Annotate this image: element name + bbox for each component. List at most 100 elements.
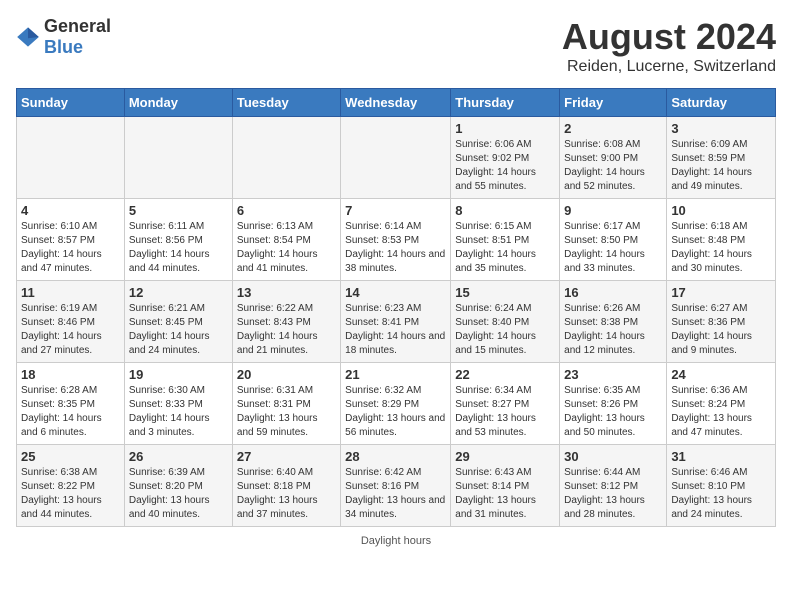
- day-info: Sunrise: 6:06 AM Sunset: 9:02 PM Dayligh…: [455, 138, 555, 194]
- title-area: August 2024 Reiden, Lucerne, Switzerland: [562, 16, 776, 76]
- calendar-day-cell: 6 Sunrise: 6:13 AM Sunset: 8:54 PM Daylig…: [232, 199, 340, 281]
- logo: General Blue: [16, 16, 111, 58]
- calendar-day-cell: 9Sunrise: 6:17 AM Sunset: 8:50 PM Daylig…: [560, 199, 667, 281]
- day-info: Sunrise: 6:27 AM Sunset: 8:36 PM Dayligh…: [671, 302, 771, 358]
- calendar-table: SundayMondayTuesdayWednesdayThursdayFrid…: [16, 88, 776, 527]
- day-number: 23: [564, 367, 662, 382]
- day-number: 20: [237, 367, 336, 382]
- day-info: Sunrise: 6:34 AM Sunset: 8:27 PM Dayligh…: [455, 384, 555, 440]
- subtitle: Reiden, Lucerne, Switzerland: [562, 58, 776, 76]
- day-number: 11: [21, 285, 120, 300]
- day-number: 25: [21, 449, 120, 464]
- day-info: Sunrise: 6:36 AM Sunset: 8:24 PM Dayligh…: [671, 384, 771, 440]
- footer-note: Daylight hours: [16, 535, 776, 547]
- day-number: 24: [671, 367, 771, 382]
- day-info: Sunrise: 6:18 AM Sunset: 8:48 PM Dayligh…: [671, 220, 771, 276]
- main-title: August 2024: [562, 16, 776, 58]
- day-info: Sunrise: 6:31 AM Sunset: 8:31 PM Dayligh…: [237, 384, 336, 440]
- day-info: Sunrise: 6:39 AM Sunset: 8:20 PM Dayligh…: [129, 466, 228, 522]
- calendar-day-cell: 19Sunrise: 6:30 AM Sunset: 8:33 PM Dayli…: [124, 363, 232, 445]
- calendar-day-cell: [124, 117, 232, 199]
- day-number: 14: [345, 285, 446, 300]
- calendar-day-cell: 3 Sunrise: 6:09 AM Sunset: 8:59 PM Daylig…: [667, 117, 776, 199]
- day-info: Sunrise: 6:10 AM Sunset: 8:57 PM Dayligh…: [21, 220, 120, 276]
- day-number: 31: [671, 449, 771, 464]
- logo-icon: [16, 25, 40, 49]
- day-info: Sunrise: 6:22 AM Sunset: 8:43 PM Dayligh…: [237, 302, 336, 358]
- calendar-week-row: 18 Sunrise: 6:28 AM Sunset: 8:35 PM Dayli…: [17, 363, 776, 445]
- day-number: 13: [237, 285, 336, 300]
- day-number: 5: [129, 203, 228, 218]
- calendar-day-cell: 13 Sunrise: 6:22 AM Sunset: 8:43 PM Dayli…: [232, 281, 340, 363]
- day-info: Sunrise: 6:28 AM Sunset: 8:35 PM Dayligh…: [21, 384, 120, 440]
- day-number: 12: [129, 285, 228, 300]
- calendar-week-row: 25 Sunrise: 6:38 AM Sunset: 8:22 PM Dayli…: [17, 445, 776, 527]
- calendar-week-row: 1 Sunrise: 6:06 AM Sunset: 9:02 PM Daylig…: [17, 117, 776, 199]
- calendar-day-cell: 16 Sunrise: 6:26 AM Sunset: 8:38 PM Dayli…: [560, 281, 667, 363]
- day-number: 19: [129, 367, 228, 382]
- day-number: 22: [455, 367, 555, 382]
- day-number: 16: [564, 285, 662, 300]
- calendar-day-cell: 8 Sunrise: 6:15 AM Sunset: 8:51 PM Daylig…: [451, 199, 560, 281]
- day-info: Sunrise: 6:19 AM Sunset: 8:46 PM Dayligh…: [21, 302, 120, 358]
- calendar-header-cell: Saturday: [667, 89, 776, 117]
- day-info: Sunrise: 6:13 AM Sunset: 8:54 PM Dayligh…: [237, 220, 336, 276]
- calendar-day-cell: 22 Sunrise: 6:34 AM Sunset: 8:27 PM Dayli…: [451, 363, 560, 445]
- day-info: Sunrise: 6:44 AM Sunset: 8:12 PM Dayligh…: [564, 466, 662, 522]
- day-info: Sunrise: 6:21 AM Sunset: 8:45 PM Dayligh…: [129, 302, 228, 358]
- calendar-day-cell: 26Sunrise: 6:39 AM Sunset: 8:20 PM Dayli…: [124, 445, 232, 527]
- calendar-day-cell: 25 Sunrise: 6:38 AM Sunset: 8:22 PM Dayli…: [17, 445, 125, 527]
- day-info: Sunrise: 6:43 AM Sunset: 8:14 PM Dayligh…: [455, 466, 555, 522]
- calendar-day-cell: 31 Sunrise: 6:46 AM Sunset: 8:10 PM Dayli…: [667, 445, 776, 527]
- calendar-header-cell: Tuesday: [232, 89, 340, 117]
- calendar-day-cell: 24 Sunrise: 6:36 AM Sunset: 8:24 PM Dayli…: [667, 363, 776, 445]
- calendar-day-cell: 28Sunrise: 6:42 AM Sunset: 8:16 PM Dayli…: [341, 445, 451, 527]
- day-info: Sunrise: 6:14 AM Sunset: 8:53 PM Dayligh…: [345, 220, 446, 276]
- day-number: 9: [564, 203, 662, 218]
- day-number: 18: [21, 367, 120, 382]
- calendar-day-cell: [232, 117, 340, 199]
- calendar-header-cell: Monday: [124, 89, 232, 117]
- calendar-day-cell: 2 Sunrise: 6:08 AM Sunset: 9:00 PM Daylig…: [560, 117, 667, 199]
- calendar-header-cell: Thursday: [451, 89, 560, 117]
- day-number: 7: [345, 203, 446, 218]
- day-info: Sunrise: 6:38 AM Sunset: 8:22 PM Dayligh…: [21, 466, 120, 522]
- calendar-week-row: 4 Sunrise: 6:10 AM Sunset: 8:57 PM Daylig…: [17, 199, 776, 281]
- calendar-day-cell: 21 Sunrise: 6:32 AM Sunset: 8:29 PM Dayli…: [341, 363, 451, 445]
- day-number: 29: [455, 449, 555, 464]
- day-info: Sunrise: 6:08 AM Sunset: 9:00 PM Dayligh…: [564, 138, 662, 194]
- day-info: Sunrise: 6:26 AM Sunset: 8:38 PM Dayligh…: [564, 302, 662, 358]
- calendar-body: 1 Sunrise: 6:06 AM Sunset: 9:02 PM Daylig…: [17, 117, 776, 527]
- day-number: 17: [671, 285, 771, 300]
- calendar-day-cell: 29 Sunrise: 6:43 AM Sunset: 8:14 PM Dayli…: [451, 445, 560, 527]
- day-info: Sunrise: 6:32 AM Sunset: 8:29 PM Dayligh…: [345, 384, 446, 440]
- day-info: Sunrise: 6:46 AM Sunset: 8:10 PM Dayligh…: [671, 466, 771, 522]
- day-info: Sunrise: 6:15 AM Sunset: 8:51 PM Dayligh…: [455, 220, 555, 276]
- calendar-header-cell: Friday: [560, 89, 667, 117]
- calendar-day-cell: 5Sunrise: 6:11 AM Sunset: 8:56 PM Daylig…: [124, 199, 232, 281]
- day-number: 1: [455, 121, 555, 136]
- day-number: 30: [564, 449, 662, 464]
- logo-text-blue: Blue: [44, 37, 83, 57]
- calendar-header-cell: Sunday: [17, 89, 125, 117]
- day-number: 21: [345, 367, 446, 382]
- day-number: 4: [21, 203, 120, 218]
- day-number: 2: [564, 121, 662, 136]
- day-number: 6: [237, 203, 336, 218]
- calendar-header-cell: Wednesday: [341, 89, 451, 117]
- logo-text-general: General: [44, 16, 111, 36]
- calendar-day-cell: 20 Sunrise: 6:31 AM Sunset: 8:31 PM Dayli…: [232, 363, 340, 445]
- day-number: 3: [671, 121, 771, 136]
- day-info: Sunrise: 6:09 AM Sunset: 8:59 PM Dayligh…: [671, 138, 771, 194]
- calendar-day-cell: 15Sunrise: 6:24 AM Sunset: 8:40 PM Dayli…: [451, 281, 560, 363]
- day-info: Sunrise: 6:40 AM Sunset: 8:18 PM Dayligh…: [237, 466, 336, 522]
- calendar-day-cell: 12 Sunrise: 6:21 AM Sunset: 8:45 PM Dayli…: [124, 281, 232, 363]
- calendar-day-cell: 7 Sunrise: 6:14 AM Sunset: 8:53 PM Daylig…: [341, 199, 451, 281]
- calendar-week-row: 11 Sunrise: 6:19 AM Sunset: 8:46 PM Dayli…: [17, 281, 776, 363]
- calendar-day-cell: 14Sunrise: 6:23 AM Sunset: 8:41 PM Dayli…: [341, 281, 451, 363]
- calendar-day-cell: 27Sunrise: 6:40 AM Sunset: 8:18 PM Dayli…: [232, 445, 340, 527]
- calendar-header-row: SundayMondayTuesdayWednesdayThursdayFrid…: [17, 89, 776, 117]
- calendar-day-cell: 30 Sunrise: 6:44 AM Sunset: 8:12 PM Dayli…: [560, 445, 667, 527]
- day-number: 8: [455, 203, 555, 218]
- day-info: Sunrise: 6:35 AM Sunset: 8:26 PM Dayligh…: [564, 384, 662, 440]
